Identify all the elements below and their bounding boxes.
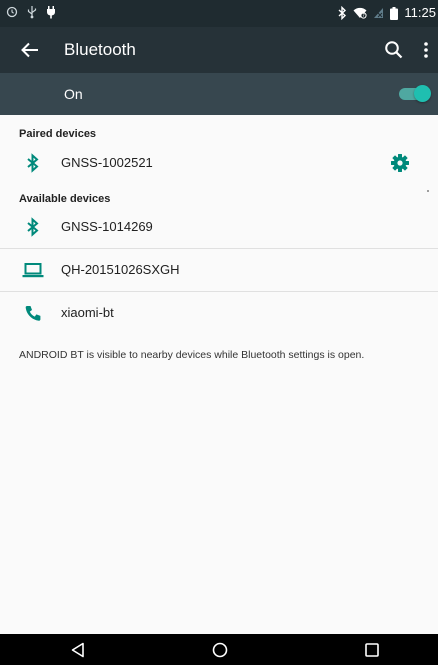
visibility-notice: ANDROID BT is visible to nearby devices … [19,349,365,361]
device-name: QH-20151026SXGH [61,262,180,277]
usb-icon [27,6,37,19]
status-right-icons: ? 11:25 [338,4,436,22]
scrollbar-indicator [427,190,429,192]
wifi-icon: ? [353,7,368,19]
status-left-icons [6,5,56,19]
charging-icon [47,6,55,19]
back-triangle-icon[interactable] [68,640,88,660]
no-sim-icon [374,8,384,18]
available-device-row[interactable]: xiaomi-bt [0,292,438,334]
device-name: xiaomi-bt [61,305,114,320]
device-name: GNSS-1002521 [61,155,153,170]
system-navigation-bar [0,634,438,665]
switch-label: On [64,86,83,102]
overflow-menu-icon[interactable] [420,39,432,61]
back-arrow-icon[interactable] [18,38,42,62]
recents-square-icon[interactable] [362,640,382,660]
search-icon[interactable] [383,39,405,61]
available-device-row[interactable]: QH-20151026SXGH [0,249,438,291]
bluetooth-settings-screen: ? 11:25 Bluetooth On Paired devices GNSS… [0,0,438,665]
bluetooth-icon [27,153,39,173]
toggle-thumb [414,85,431,102]
available-devices-header: Available devices [19,193,111,205]
alarm-icon [6,6,18,18]
phone-icon [25,306,41,321]
gear-icon[interactable] [389,152,411,174]
status-time: 11:25 [404,5,436,20]
bluetooth-toggle[interactable] [397,85,431,102]
device-name: GNSS-1014269 [61,219,153,234]
app-toolbar: Bluetooth [0,27,438,73]
bluetooth-icon [27,217,39,237]
bluetooth-master-switch-bar[interactable]: On [0,73,438,115]
bluetooth-icon [338,6,347,20]
paired-device-row[interactable]: GNSS-1002521 [0,142,438,184]
page-title: Bluetooth [64,40,136,59]
battery-icon [390,6,399,20]
paired-devices-header: Paired devices [19,128,97,140]
status-bar: ? 11:25 [0,0,438,27]
laptop-icon [22,263,44,278]
available-device-row[interactable]: GNSS-1014269 [0,206,438,248]
home-circle-icon[interactable] [210,640,230,660]
